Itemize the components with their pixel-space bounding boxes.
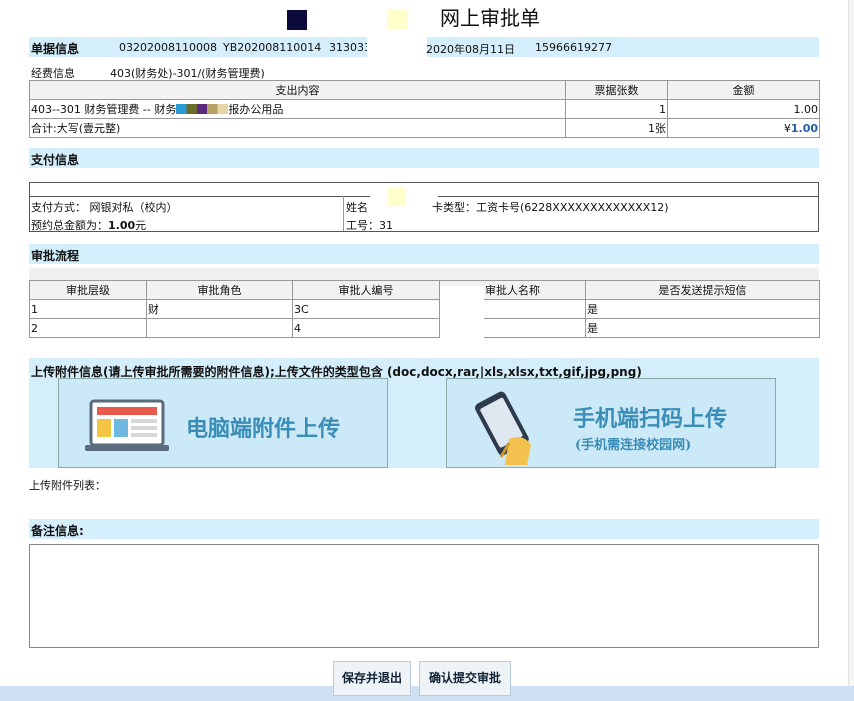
total-amount-cell: ¥1.00 bbox=[667, 118, 820, 138]
expense-header-count: 票据张数 bbox=[565, 80, 668, 100]
table-row: 1 财 3C 是 bbox=[29, 299, 820, 319]
doc-number: 03202008110008 bbox=[119, 41, 217, 54]
document-info-title: 单据信息 bbox=[31, 42, 80, 56]
approval-spacer bbox=[29, 268, 819, 280]
staff-id-label: 工号： bbox=[346, 219, 379, 232]
page-title: 网上审批单 bbox=[440, 6, 540, 30]
expense-amount: 1.00 bbox=[667, 99, 820, 119]
scrollbar-track[interactable] bbox=[848, 0, 854, 686]
remarks-textarea[interactable] bbox=[29, 544, 819, 648]
redaction-block bbox=[388, 188, 406, 206]
total-label: 合计:大写(壹元整) bbox=[29, 118, 566, 138]
total-amount: 1.00 bbox=[790, 121, 818, 135]
approval-header-sms: 是否发送提示短信 bbox=[585, 280, 820, 300]
mobile-upload-note: (手机需连接校园网) bbox=[575, 438, 692, 453]
fund-info-label: 经费信息 bbox=[31, 67, 75, 80]
pc-upload-label: 电脑端附件上传 bbox=[186, 416, 341, 442]
save-exit-button[interactable]: 保存并退出 bbox=[333, 661, 411, 696]
payment-total-value: 1.00 bbox=[108, 219, 136, 232]
approval-title: 审批流程 bbox=[31, 249, 80, 263]
doc-phone: 15966619277 bbox=[535, 41, 612, 54]
table-row: 合计:大写(壹元整) 1张 ¥1.00 bbox=[29, 118, 820, 138]
payment-total: 预约总金额为：1.00元 bbox=[31, 217, 146, 233]
approval-header-level: 审批层级 bbox=[29, 280, 147, 300]
approval-level: 2 bbox=[29, 318, 147, 338]
approval-role: 财 bbox=[146, 299, 293, 319]
laptop-icon bbox=[85, 399, 169, 451]
redaction-block bbox=[367, 29, 427, 59]
redaction-block bbox=[287, 10, 307, 30]
table-row: 2 4 是 bbox=[29, 318, 820, 338]
payment-total-unit: 元 bbox=[135, 219, 147, 232]
payment-info-title: 支付信息 bbox=[31, 153, 80, 167]
payment-info-bar: 支付信息 bbox=[29, 148, 819, 168]
phone-scan-icon bbox=[475, 391, 531, 465]
approval-header-id: 审批人编号 bbox=[292, 280, 440, 300]
redaction-block bbox=[407, 9, 425, 29]
redaction-block bbox=[176, 104, 229, 114]
mobile-upload-label: 手机端扫码上传 bbox=[573, 406, 728, 432]
expense-table: 支出内容 票据张数 金额 403--301 财务管理费 -- 财务 报办公用品 1… bbox=[29, 80, 820, 138]
staff-id-value: 31 bbox=[379, 219, 393, 232]
payment-total-label: 预约总金额为： bbox=[31, 219, 108, 232]
doc-date: 2020年08月11日 bbox=[426, 43, 515, 56]
approval-id: 3C bbox=[292, 299, 440, 319]
approval-level: 1 bbox=[29, 299, 147, 319]
payee-name-label: 姓名 bbox=[346, 201, 368, 214]
expense-content-tail: 报办公用品 bbox=[228, 103, 284, 116]
approval-table: 审批层级 审批角色 审批人编号 审批人名称 是否发送提示短信 1 财 3C 是 … bbox=[29, 280, 820, 338]
expense-header-amount: 金额 bbox=[667, 80, 820, 100]
redaction-block bbox=[387, 9, 407, 29]
expense-content-cell: 403--301 财务管理费 -- 财务 报办公用品 bbox=[29, 99, 566, 119]
yb-number: YB202008110014 bbox=[223, 41, 322, 54]
payment-mid-divider bbox=[343, 196, 344, 231]
approval-id: 4 bbox=[292, 318, 440, 338]
approval-sms: 是 bbox=[585, 299, 820, 319]
approval-header-role: 审批角色 bbox=[146, 280, 293, 300]
expense-count: 1 bbox=[565, 99, 668, 119]
approval-sms: 是 bbox=[585, 318, 820, 338]
expense-header-content: 支出内容 bbox=[29, 80, 566, 100]
payment-method: 支付方式： 网银对私（校内） bbox=[31, 201, 178, 214]
confirm-submit-button[interactable]: 确认提交审批 bbox=[419, 661, 511, 696]
id-number: 313033 bbox=[329, 41, 371, 54]
remarks-title: 备注信息: bbox=[31, 524, 84, 538]
card-info: 卡类型：工资卡号(6228XXXXXXXXXXXXX12) bbox=[432, 201, 669, 214]
approval-bar: 审批流程 bbox=[29, 244, 819, 264]
attachment-list-label: 上传附件列表： bbox=[29, 479, 106, 492]
table-row: 403--301 财务管理费 -- 财务 报办公用品 1 1.00 bbox=[29, 99, 820, 119]
total-count: 1张 bbox=[565, 118, 668, 138]
fund-info-value: 403(财务处)-301/(财务管理费) bbox=[110, 67, 265, 80]
approval-role bbox=[146, 318, 293, 338]
payment-box: 支付方式： 网银对私（校内） 预约总金额为：1.00元 姓名 卡类型：工资卡号(… bbox=[29, 182, 819, 232]
expense-content: 403--301 财务管理费 -- 财务 bbox=[31, 103, 177, 116]
pc-upload-button[interactable]: 电脑端附件上传 bbox=[58, 378, 388, 468]
currency-symbol: ¥ bbox=[783, 121, 791, 135]
staff-id: 工号：31 bbox=[346, 217, 393, 233]
mobile-upload-button[interactable]: 手机端扫码上传 (手机需连接校园网) bbox=[446, 378, 776, 468]
remarks-bar: 备注信息: bbox=[29, 519, 819, 539]
document-info-bar: 单据信息 03202008110008 YB202008110014 31303… bbox=[29, 29, 819, 59]
redaction-block bbox=[440, 286, 484, 338]
